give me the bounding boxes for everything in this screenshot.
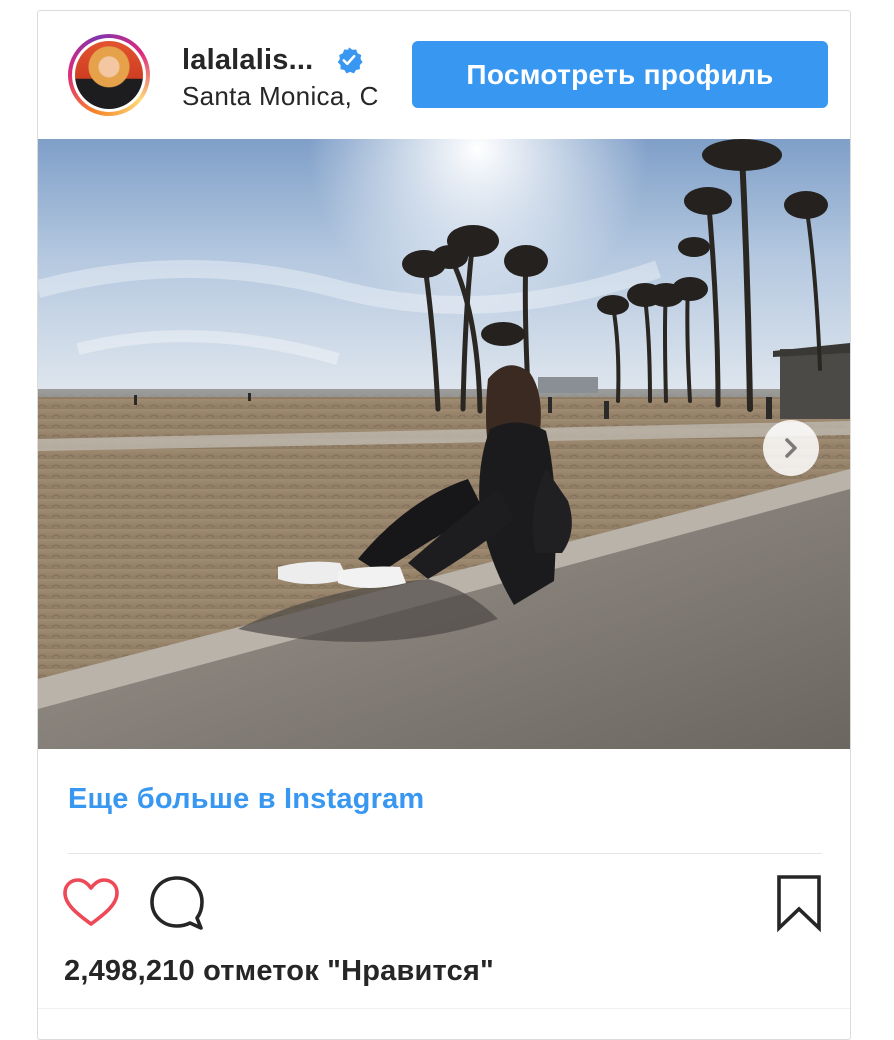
verified-badge-icon [338, 47, 363, 74]
divider [38, 1008, 850, 1009]
post-photo[interactable] [38, 139, 850, 749]
avatar-image [75, 41, 143, 109]
more-on-instagram-link[interactable]: Еще больше в Instagram [68, 783, 424, 816]
likes-count: 2,498,210 отметок "Нравится" [64, 955, 494, 987]
comment-bubble-icon[interactable] [148, 875, 206, 931]
chevron-right-icon [785, 438, 797, 458]
bookmark-icon[interactable] [774, 873, 824, 933]
username-row: lalalalis... [182, 43, 363, 77]
avatar[interactable] [68, 34, 150, 116]
username-link[interactable]: lalalalis... [182, 44, 313, 77]
heart-outline-icon[interactable] [62, 877, 120, 929]
post-header: lalalalis... Santa Monica, C Посмотреть … [38, 11, 850, 139]
next-photo-button[interactable] [763, 420, 819, 476]
divider [68, 853, 822, 854]
view-profile-button[interactable]: Посмотреть профиль [412, 41, 828, 108]
beach-photo-image [38, 139, 850, 749]
location-link[interactable]: Santa Monica, C [182, 81, 390, 117]
instagram-embed-card: lalalalis... Santa Monica, C Посмотреть … [37, 10, 851, 1040]
